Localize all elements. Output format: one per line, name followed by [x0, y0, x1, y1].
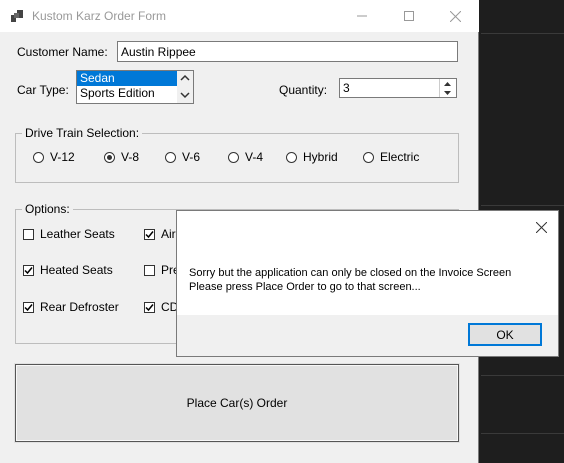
close-icon	[449, 10, 461, 22]
radio-label-v6: V-6	[182, 150, 201, 164]
chevron-up-icon[interactable]	[179, 73, 191, 83]
customer-name-input[interactable]	[117, 41, 458, 62]
radio-circle-v6[interactable]	[165, 151, 176, 163]
dialog-title-bar[interactable]	[177, 211, 558, 244]
maximize-icon	[404, 11, 414, 21]
radio-label-v4: V-4	[245, 150, 264, 164]
checkmark-icon	[24, 303, 33, 311]
radio-hybrid[interactable]: Hybrid	[286, 150, 338, 164]
minimize-icon	[357, 15, 367, 17]
quantity-value[interactable]: 3	[343, 81, 350, 95]
dialog-message-line-1: Sorry but the application can only be cl…	[189, 267, 512, 279]
checkbox-air[interactable]: Air	[144, 227, 176, 241]
checkbox-label-heated-seats: Heated Seats	[40, 263, 113, 277]
checkbox-label-rear-defroster: Rear Defroster	[40, 300, 119, 314]
close-icon	[535, 222, 547, 233]
car-type-option-sports-edition[interactable]: Sports Edition	[77, 86, 193, 101]
close-button[interactable]	[432, 0, 478, 32]
checkbox-label-leather-seats: Leather Seats	[40, 227, 115, 241]
message-dialog: Sorry but the application can only be cl…	[176, 210, 559, 357]
checkbox-leather-seats[interactable]: Leather Seats	[23, 227, 115, 241]
checkbox-heated-seats[interactable]: Heated Seats	[23, 263, 113, 277]
radio-circle-v12[interactable]	[33, 151, 44, 163]
window-title: Kustom Karz Order Form	[32, 9, 167, 23]
checkbox-rear-defroster[interactable]: Rear Defroster	[23, 300, 119, 314]
radio-electric[interactable]: Electric	[363, 150, 419, 164]
maximize-button[interactable]	[386, 0, 432, 32]
radio-circle-v4[interactable]	[228, 151, 239, 163]
quantity-spin-buttons[interactable]	[439, 79, 456, 97]
drive-train-legend: Drive Train Selection:	[22, 126, 143, 140]
radio-v12[interactable]: V-12	[33, 150, 75, 164]
radio-label-v8: V-8	[121, 150, 140, 164]
chevron-down-icon[interactable]	[179, 90, 191, 100]
quantity-decrement-button[interactable]	[440, 88, 455, 97]
form-title-bar[interactable]: Kustom Karz Order Form	[0, 0, 479, 32]
car-type-listbox[interactable]: Sedan Sports Edition	[76, 70, 194, 104]
checkmark-icon	[24, 266, 33, 274]
car-type-label: Car Type:	[17, 83, 69, 97]
radio-v6[interactable]: V-6	[165, 150, 200, 164]
checkmark-icon	[145, 303, 154, 311]
radio-circle-hybrid[interactable]	[286, 151, 297, 163]
dialog-message-line-2: Please press Place Order to go to that s…	[189, 281, 421, 293]
radio-label-electric: Electric	[380, 150, 420, 164]
quantity-label: Quantity:	[279, 83, 328, 97]
checkbox-label-air: Air	[161, 227, 176, 241]
dialog-message-area: Sorry but the application can only be cl…	[177, 244, 558, 315]
ok-button[interactable]: OK	[468, 323, 542, 346]
customer-name-label: Customer Name:	[17, 45, 108, 59]
checkmark-icon	[145, 230, 154, 238]
checkbox-box-pre[interactable]	[144, 264, 155, 276]
dialog-close-button[interactable]	[524, 211, 558, 244]
radio-label-hybrid: Hybrid	[303, 150, 338, 164]
quantity-increment-button[interactable]	[440, 79, 455, 88]
triangle-down-icon	[444, 90, 451, 95]
checkbox-cd[interactable]: CD	[144, 300, 178, 314]
radio-circle-v8[interactable]	[104, 151, 115, 163]
radio-label-v12: V-12	[50, 150, 75, 164]
options-legend: Options:	[22, 202, 73, 216]
radio-circle-electric[interactable]	[363, 151, 374, 163]
checkbox-box-cd[interactable]	[144, 301, 155, 313]
place-order-button[interactable]: Place Car(s) Order	[14, 363, 460, 443]
checkbox-box-leather-seats[interactable]	[23, 228, 34, 240]
car-type-option-sedan[interactable]: Sedan	[77, 71, 179, 86]
checkbox-box-heated-seats[interactable]	[23, 264, 34, 276]
checkbox-pre[interactable]: Pre	[144, 263, 180, 277]
checkbox-box-rear-defroster[interactable]	[23, 301, 34, 313]
radio-v8[interactable]: V-8	[104, 150, 139, 164]
radio-v4[interactable]: V-4	[228, 150, 263, 164]
triangle-up-icon	[444, 81, 451, 86]
listbox-scrollbar[interactable]	[177, 71, 193, 103]
quantity-stepper[interactable]: 3	[339, 78, 457, 98]
minimize-button[interactable]	[339, 0, 385, 32]
app-window-icon	[11, 10, 23, 22]
checkbox-box-air[interactable]	[144, 228, 155, 240]
